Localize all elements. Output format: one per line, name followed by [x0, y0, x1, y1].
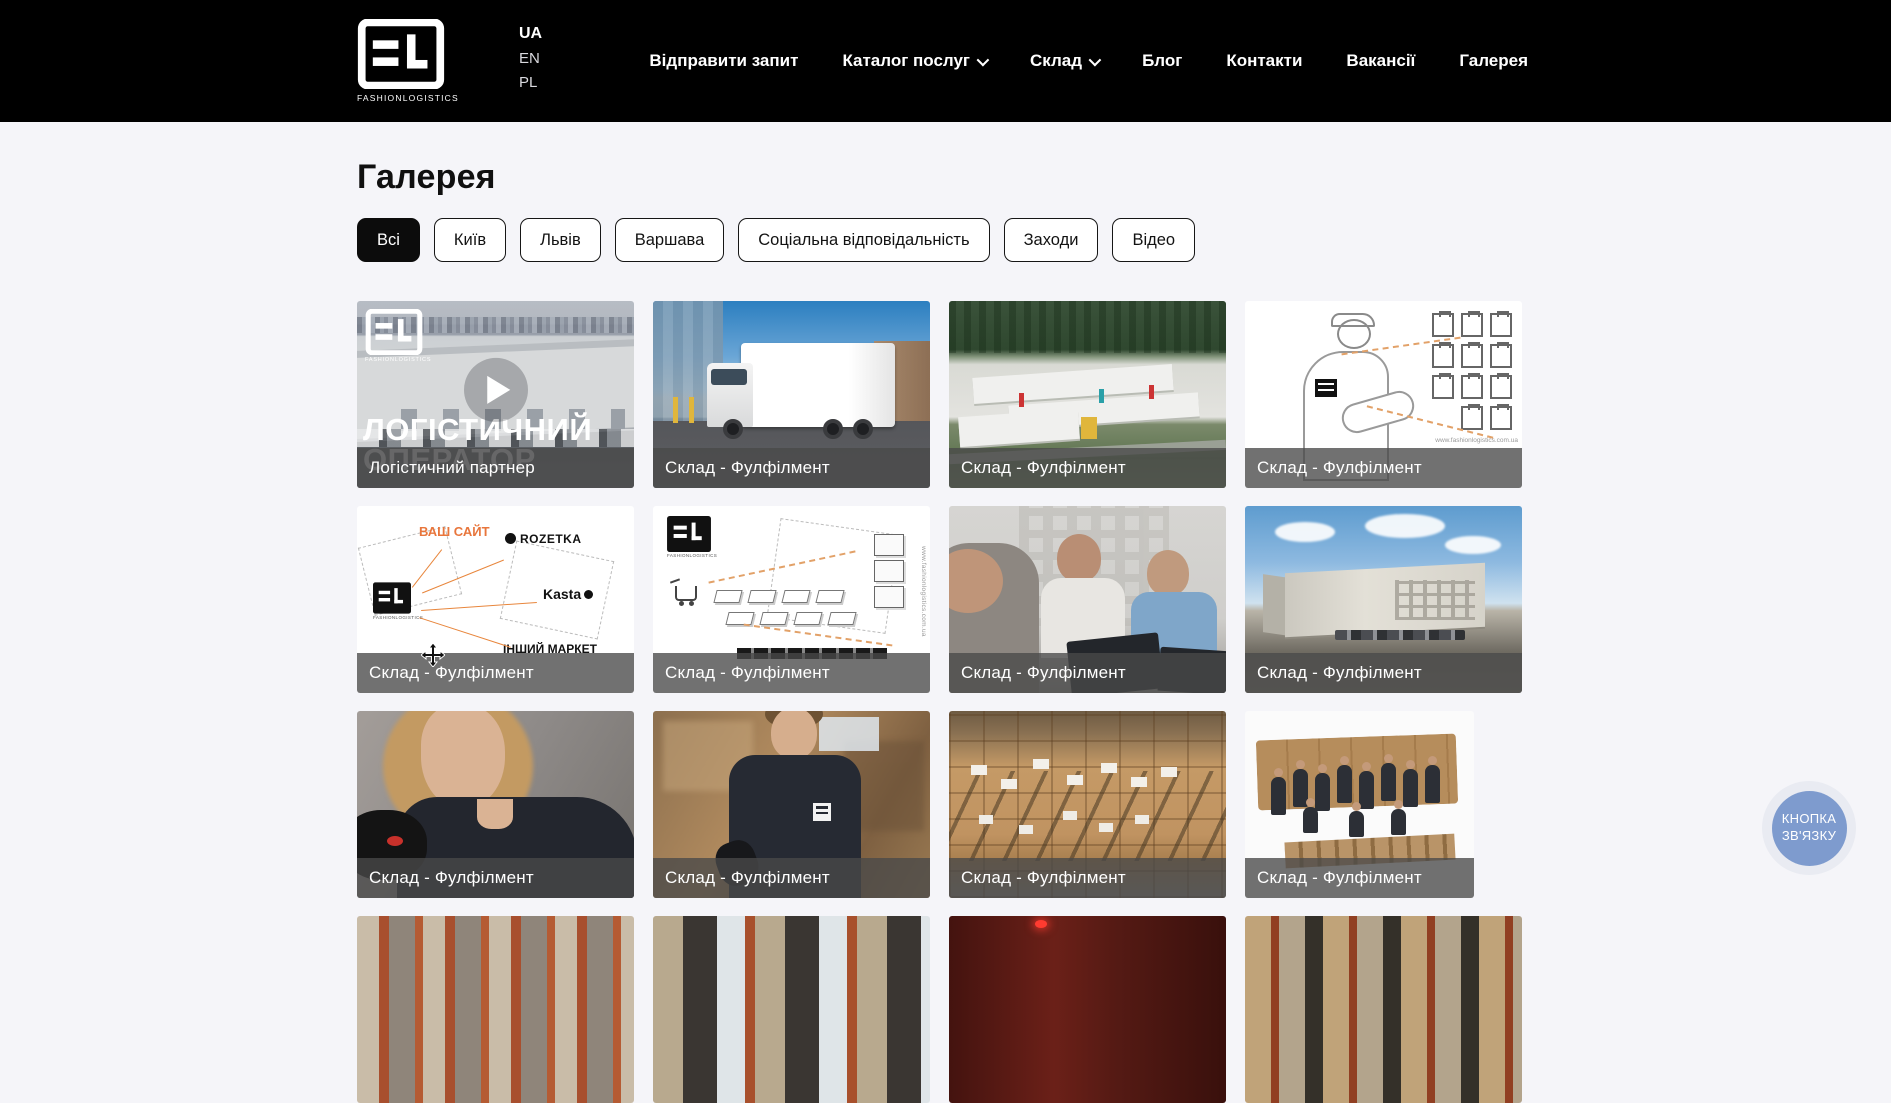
- gallery-item[interactable]: Склад - Фулфілмент: [1245, 711, 1474, 898]
- chevron-down-icon: [977, 53, 990, 66]
- filter-social-responsibility[interactable]: Соціальна відповідальність: [738, 218, 989, 262]
- contact-fab[interactable]: КНОПКА ЗВ'ЯЗКУ: [1762, 781, 1856, 875]
- gallery-item[interactable]: www.fashionlogistics.com.ua Склад - Фулф…: [1245, 301, 1522, 488]
- gallery-item[interactable]: FASHIONLOGISTICS www.fashionlogistics.co…: [653, 506, 930, 693]
- main-nav: Відправити запит Каталог послуг Склад Бл…: [649, 51, 1528, 71]
- nav-blog[interactable]: Блог: [1142, 51, 1182, 71]
- gallery-caption: Склад - Фулфілмент: [1245, 448, 1522, 488]
- lang-en[interactable]: EN: [519, 50, 542, 67]
- gallery-item[interactable]: Склад - Фулфілмент: [357, 711, 634, 898]
- page-title: Галерея: [357, 158, 1891, 197]
- gallery-caption: Склад - Фулфілмент: [653, 653, 930, 693]
- fl-logo-icon: [357, 19, 445, 89]
- filter-video[interactable]: Відео: [1112, 218, 1195, 262]
- fl-logo-watermark: FASHIONLOGISTICS: [365, 309, 431, 363]
- gallery-item[interactable]: Склад - Фулфілмент: [949, 711, 1226, 898]
- gallery-caption: Склад - Фулфілмент: [357, 858, 634, 898]
- gallery-caption: Логістичний партнер: [357, 448, 634, 488]
- brand-name: FASHIONLOGISTICS: [357, 93, 449, 103]
- gallery-item-partial[interactable]: [949, 916, 1226, 1103]
- fl-logo-watermark: [813, 803, 831, 821]
- lang-ua[interactable]: UA: [519, 25, 542, 43]
- contact-fab-label: КНОПКА ЗВ'ЯЗКУ: [1772, 791, 1847, 866]
- language-switcher: UA EN PL: [519, 25, 542, 91]
- nav-send-request[interactable]: Відправити запит: [649, 51, 798, 71]
- site-header: FASHIONLOGISTICS UA EN PL Відправити зап…: [0, 0, 1891, 122]
- filter-warsaw[interactable]: Варшава: [615, 218, 725, 262]
- play-icon[interactable]: [464, 357, 528, 421]
- nav-vacancies[interactable]: Вакансії: [1346, 51, 1415, 71]
- gallery-caption: Склад - Фулфілмент: [949, 448, 1226, 488]
- fl-logo-watermark: [1315, 379, 1337, 397]
- gallery-caption: Склад - Фулфілмент: [1245, 653, 1522, 693]
- site-url-label: www.fashionlogistics.com.ua: [920, 546, 927, 637]
- gallery-filters: Всі Київ Львів Варшава Соціальна відпові…: [357, 218, 1891, 262]
- nav-contacts[interactable]: Контакти: [1226, 51, 1302, 71]
- gallery-grid: FASHIONLOGISTICS ЛОГІСТИЧНИЙ ОПЕРАТОР Ло…: [357, 301, 1528, 1103]
- gallery-caption: Склад - Фулфілмент: [949, 858, 1226, 898]
- main-content: Галерея Всі Київ Львів Варшава Соціальна…: [0, 158, 1891, 1103]
- gallery-item[interactable]: ВАШ САЙТ ROZETKA Kasta ІНШИЙ МАРКЕТ FASH…: [357, 506, 634, 693]
- diagram-label-your-site: ВАШ САЙТ: [419, 524, 490, 540]
- gallery-item[interactable]: Склад - Фулфілмент: [653, 711, 930, 898]
- filter-all[interactable]: Всі: [357, 218, 420, 262]
- chevron-down-icon: [1089, 53, 1102, 66]
- site-url-label: www.fashionlogistics.com.ua: [1435, 437, 1518, 444]
- diagram-label-rozetka: ROZETKA: [505, 532, 582, 546]
- nav-warehouse[interactable]: Склад: [1030, 51, 1098, 71]
- boxes-art: [1420, 313, 1512, 430]
- gallery-item-partial[interactable]: [1245, 916, 1522, 1103]
- gallery-item[interactable]: Склад - Фулфілмент: [653, 301, 930, 488]
- diagram-label-kasta: Kasta: [543, 586, 593, 602]
- brand-logo[interactable]: FASHIONLOGISTICS: [357, 19, 449, 103]
- cart-icon: [675, 586, 697, 601]
- gallery-item[interactable]: Склад - Фулфілмент: [949, 301, 1226, 488]
- nav-services-catalog[interactable]: Каталог послуг: [842, 51, 986, 71]
- filter-kyiv[interactable]: Київ: [434, 218, 506, 262]
- move-cursor-icon: [421, 643, 445, 667]
- gallery-item-video[interactable]: FASHIONLOGISTICS ЛОГІСТИЧНИЙ ОПЕРАТОР Ло…: [357, 301, 634, 488]
- gallery-item-partial[interactable]: [357, 916, 634, 1103]
- gallery-caption: Склад - Фулфілмент: [653, 858, 930, 898]
- lang-pl[interactable]: PL: [519, 74, 542, 91]
- fl-logo-watermark: FASHIONLOGISTICS: [373, 582, 423, 620]
- fl-logo-watermark: FASHIONLOGISTICS: [667, 516, 717, 558]
- gallery-caption: Склад - Фулфілмент: [949, 653, 1226, 693]
- gallery-item[interactable]: Склад - Фулфілмент: [1245, 506, 1522, 693]
- filter-lviv[interactable]: Львів: [520, 218, 601, 262]
- gallery-item[interactable]: Склад - Фулфілмент: [949, 506, 1226, 693]
- gallery-caption: Склад - Фулфілмент: [1245, 858, 1474, 898]
- gallery-item-partial[interactable]: [653, 916, 930, 1103]
- filter-events[interactable]: Заходи: [1004, 218, 1099, 262]
- gallery-caption: Склад - Фулфілмент: [653, 448, 930, 488]
- truck-art: [741, 343, 895, 427]
- gallery-caption: Склад - Фулфілмент: [357, 653, 634, 693]
- nav-gallery[interactable]: Галерея: [1459, 51, 1528, 71]
